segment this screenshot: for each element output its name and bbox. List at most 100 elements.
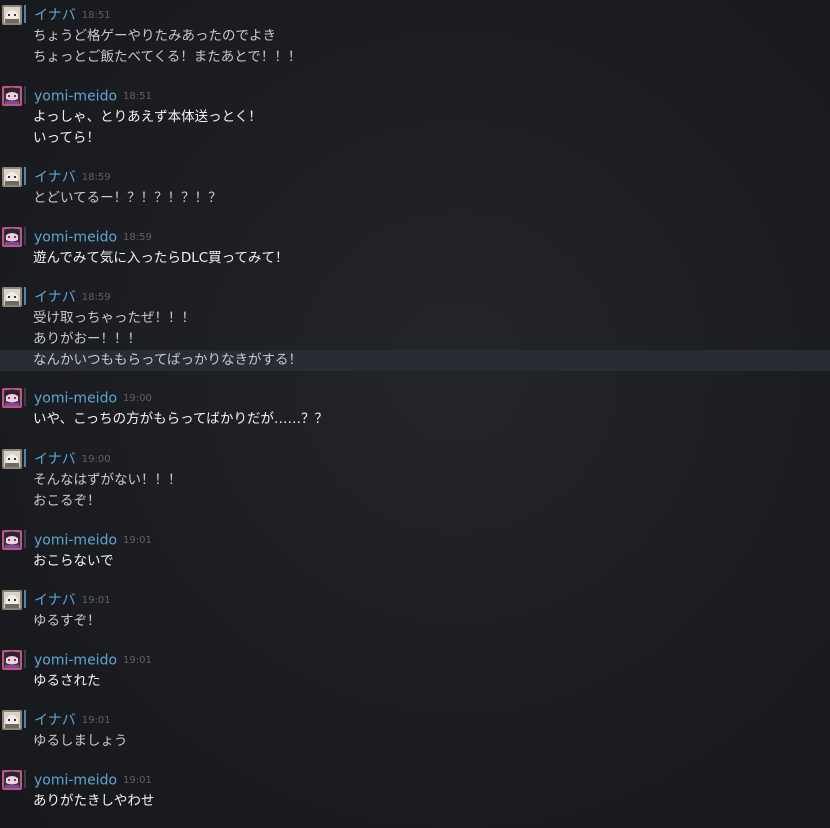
username[interactable]: イナバ bbox=[34, 8, 76, 24]
username[interactable]: yomi-meido bbox=[34, 653, 117, 669]
message-line: ゆるしましょう bbox=[0, 731, 830, 752]
message-text: ありがたきしやわせ bbox=[33, 793, 155, 809]
message-line: ちょっとご飯たべてくる！またあとで！！！ bbox=[0, 47, 830, 68]
message-text: そんなはずがない！！！ bbox=[33, 472, 182, 488]
username[interactable]: イナバ bbox=[34, 713, 76, 729]
status-bar bbox=[24, 770, 26, 788]
status-bar bbox=[24, 227, 26, 245]
message-header: イナバ 19:01 bbox=[34, 591, 111, 609]
inaba-avatar[interactable] bbox=[2, 167, 22, 187]
status-bar bbox=[24, 710, 26, 728]
status-bar bbox=[24, 5, 26, 23]
username[interactable]: yomi-meido bbox=[34, 391, 117, 407]
message-text: ゆるしましょう bbox=[33, 733, 128, 749]
message-text: ちょうど格ゲーやりたみあったのでよき bbox=[33, 28, 276, 44]
message-header: yomi-meido 18:51 bbox=[34, 87, 152, 105]
message-text: 遊んでみて気に入ったらDLC買ってみて！ bbox=[33, 250, 289, 266]
yomi-avatar[interactable] bbox=[2, 227, 22, 247]
message-line: おこらないで bbox=[0, 551, 830, 572]
message-text: なんかいつももらってばっかりなきがする！ bbox=[33, 352, 303, 368]
message-header: yomi-meido 19:01 bbox=[34, 651, 152, 669]
status-bar bbox=[24, 650, 26, 668]
message-text: 受け取っちゃったぜ！！！ bbox=[33, 310, 195, 326]
message-group: yomi-meido 18:59 遊んでみて気に入ったらDLC買ってみて！ bbox=[0, 226, 830, 269]
inaba-avatar[interactable] bbox=[2, 5, 22, 25]
timestamp: 19:01 bbox=[81, 594, 111, 606]
username[interactable]: yomi-meido bbox=[34, 773, 117, 789]
message-group: yomi-meido 19:01 ゆるされた bbox=[0, 649, 830, 692]
message-text: ゆるされた bbox=[33, 673, 101, 689]
timestamp: 18:59 bbox=[81, 171, 111, 183]
message-header: イナバ 18:51 bbox=[34, 6, 111, 24]
message-group: yomi-meido 18:51 よっしゃ、とりあえず本体送っとく！ いってら！ bbox=[0, 85, 830, 149]
message-text: よっしゃ、とりあえず本体送っとく！ bbox=[33, 109, 262, 125]
status-bar bbox=[24, 388, 26, 406]
username[interactable]: イナバ bbox=[34, 593, 76, 609]
message-line: ゆるすぞ！ bbox=[0, 611, 830, 632]
message-line: いや、こっちの方がもらってばかりだが……？？ bbox=[0, 409, 830, 430]
message-header: イナバ 19:00 bbox=[34, 450, 111, 468]
message-text: いってら！ bbox=[33, 130, 100, 146]
status-bar bbox=[24, 86, 26, 104]
username[interactable]: yomi-meido bbox=[34, 89, 117, 105]
message-line: 受け取っちゃったぜ！！！ bbox=[0, 308, 830, 329]
message-text: ちょっとご飯たべてくる！またあとで！！！ bbox=[33, 49, 302, 65]
status-bar bbox=[24, 530, 26, 548]
username[interactable]: イナバ bbox=[34, 452, 76, 468]
message-header: イナバ 18:59 bbox=[34, 168, 111, 186]
message-text: ありがおー！！！ bbox=[33, 331, 141, 347]
yomi-avatar[interactable] bbox=[2, 86, 22, 106]
timestamp: 19:01 bbox=[123, 654, 152, 666]
inaba-avatar[interactable] bbox=[2, 590, 22, 610]
message-header: イナバ 18:59 bbox=[34, 288, 111, 306]
message-line: そんなはずがない！！！ bbox=[0, 470, 830, 491]
chat-log: イナバ 18:51 ちょうど格ゲーやりたみあったのでよきちょっとご飯たべてくる！また… bbox=[0, 0, 830, 828]
message-group: イナバ 19:00 そんなはずがない！！！ おこるぞ！ bbox=[0, 448, 830, 512]
message-line: ありがおー！！！ bbox=[0, 329, 830, 350]
timestamp: 19:00 bbox=[81, 453, 111, 465]
timestamp: 18:59 bbox=[123, 231, 152, 243]
username[interactable]: yomi-meido bbox=[34, 230, 117, 246]
status-bar bbox=[24, 167, 26, 185]
message-group: イナバ 18:59 とどいてるー！？！？！？！？ bbox=[0, 166, 830, 209]
message-header: yomi-meido 19:01 bbox=[34, 531, 152, 549]
message-group: yomi-meido 19:00 いや、こっちの方がもらってばかりだが……？？ bbox=[0, 387, 830, 430]
message-group: イナバ 18:51 ちょうど格ゲーやりたみあったのでよきちょっとご飯たべてくる！また… bbox=[0, 4, 830, 68]
username[interactable]: yomi-meido bbox=[34, 533, 117, 549]
username[interactable]: イナバ bbox=[34, 170, 76, 186]
yomi-avatar[interactable] bbox=[2, 530, 22, 550]
timestamp: 19:00 bbox=[123, 392, 152, 404]
message-header: yomi-meido 19:00 bbox=[34, 389, 152, 407]
message-line: とどいてるー！？！？！？！？ bbox=[0, 188, 830, 209]
inaba-avatar[interactable] bbox=[2, 287, 22, 307]
yomi-avatar[interactable] bbox=[2, 650, 22, 670]
message-group: yomi-meido 19:01 おこらないで bbox=[0, 529, 830, 572]
yomi-avatar[interactable] bbox=[2, 770, 22, 790]
message-line: ちょうど格ゲーやりたみあったのでよき bbox=[0, 26, 830, 47]
message-line-hovered: なんかいつももらってばっかりなきがする！ bbox=[0, 350, 830, 371]
message-header: yomi-meido 19:01 bbox=[34, 771, 152, 789]
yomi-avatar[interactable] bbox=[2, 388, 22, 408]
inaba-avatar[interactable] bbox=[2, 449, 22, 469]
inaba-avatar[interactable] bbox=[2, 710, 22, 730]
message-group: yomi-meido 19:01 ありがたきしやわせ bbox=[0, 769, 830, 812]
message-line: よっしゃ、とりあえず本体送っとく！ bbox=[0, 107, 830, 128]
timestamp: 19:01 bbox=[81, 714, 111, 726]
message-line: いってら！ bbox=[0, 128, 830, 149]
message-text: いや、こっちの方がもらってばかりだが……？？ bbox=[33, 411, 328, 427]
timestamp: 18:51 bbox=[81, 9, 111, 21]
timestamp: 19:01 bbox=[123, 774, 152, 786]
username[interactable]: イナバ bbox=[34, 290, 76, 306]
message-text: とどいてるー！？！？！？！？ bbox=[33, 190, 222, 206]
message-group: イナバ 19:01 ゆるすぞ！ bbox=[0, 589, 830, 632]
message-header: イナバ 19:01 bbox=[34, 711, 111, 729]
message-line: ゆるされた bbox=[0, 671, 830, 692]
message-line: 遊んでみて気に入ったらDLC買ってみて！ bbox=[0, 248, 830, 269]
status-bar bbox=[24, 287, 26, 305]
message-text: おこるぞ！ bbox=[33, 493, 101, 509]
timestamp: 18:51 bbox=[123, 90, 152, 102]
message-text: おこらないで bbox=[33, 553, 114, 569]
timestamp: 19:01 bbox=[123, 534, 152, 546]
message-group: イナバ 19:01 ゆるしましょう bbox=[0, 709, 830, 752]
timestamp: 18:59 bbox=[81, 291, 111, 303]
